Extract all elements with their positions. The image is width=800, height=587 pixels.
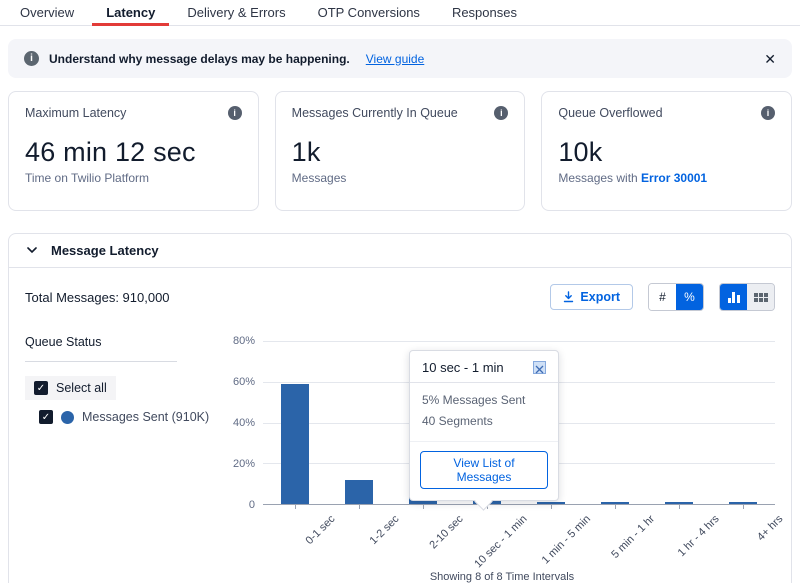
tab-otp-conversions-label: OTP Conversions <box>318 5 420 20</box>
bar-chart: 80%60%40%20%0 10 sec - 1 min 5% <box>229 321 775 583</box>
info-icon[interactable]: i <box>228 106 242 120</box>
card-subtitle-text: Messages with <box>558 171 641 185</box>
message-latency-panel: Message Latency Total Messages: 910,000 … <box>8 233 792 583</box>
x-tick-label: 10 sec - 1 min <box>472 513 529 570</box>
x-tick-label: 2-10 sec <box>427 513 465 551</box>
bar-4+-hrs[interactable] <box>729 502 757 504</box>
total-messages-label: Total Messages: 910,000 <box>25 290 170 305</box>
banner-message: Understand why message delays may be hap… <box>49 52 350 66</box>
card-subtitle: Messages <box>292 171 509 185</box>
card-value: 10k <box>558 137 775 168</box>
bar-slot <box>647 341 711 504</box>
y-tick-label: 0 <box>249 499 255 511</box>
x-tick-label: 4+ hrs <box>755 513 785 543</box>
tab-delivery-errors-label: Delivery & Errors <box>187 5 285 20</box>
bar-5-min---1-hr[interactable] <box>601 502 629 504</box>
card-queue-overflowed: Queue Overflowed i 10k Messages with Err… <box>541 91 792 211</box>
y-tick-label: 60% <box>233 376 255 388</box>
tab-responses-label: Responses <box>452 5 517 20</box>
tooltip-segments: 40 Segments <box>422 411 546 432</box>
stat-cards-row: Maximum Latency i 46 min 12 sec Time on … <box>8 91 792 211</box>
checkbox-checked-icon[interactable]: ✓ <box>34 381 48 395</box>
tab-bar: Overview Latency Delivery & Errors OTP C… <box>0 0 800 26</box>
card-subtitle: Messages with Error 30001 <box>558 171 775 185</box>
y-tick-label: 40% <box>233 417 255 429</box>
error-30001-link[interactable]: Error 30001 <box>641 171 707 185</box>
bar-1-hr---4-hrs[interactable] <box>665 502 693 504</box>
x-tick-label: 0-1 sec <box>303 513 337 547</box>
x-tick-label: 1 hr - 4 hrs <box>675 513 721 559</box>
y-axis: 80%60%40%20%0 <box>229 341 263 505</box>
bar-1-2-sec[interactable] <box>345 480 373 504</box>
export-button[interactable]: Export <box>550 284 633 310</box>
series-color-dot <box>61 411 74 424</box>
banner-close-icon[interactable]: ✕ <box>764 52 776 66</box>
series-messages-sent-row[interactable]: ✓ Messages Sent (910K) <box>39 410 229 424</box>
x-tick-label: 5 min - 1 hr <box>610 513 658 561</box>
select-all-checkbox-row[interactable]: ✓ Select all <box>25 376 116 400</box>
tab-overview[interactable]: Overview <box>4 0 90 25</box>
card-messages-in-queue: Messages Currently In Queue i 1k Message… <box>275 91 526 211</box>
plot-area: 10 sec - 1 min 5% Messages Sent 40 Segme… <box>263 341 775 505</box>
tab-delivery-errors[interactable]: Delivery & Errors <box>171 0 301 25</box>
series-label: Messages Sent (910K) <box>82 410 209 424</box>
info-banner: i Understand why message delays may be h… <box>8 39 792 78</box>
table-view-toggle[interactable] <box>747 284 774 310</box>
download-icon <box>563 291 574 303</box>
bar-slot <box>263 341 327 504</box>
card-subtitle: Time on Twilio Platform <box>25 171 242 185</box>
chevron-down-icon[interactable] <box>27 247 37 254</box>
chart-tooltip: 10 sec - 1 min 5% Messages Sent 40 Segme… <box>409 350 559 501</box>
checkbox-checked-icon[interactable]: ✓ <box>39 410 53 424</box>
view-guide-link[interactable]: View guide <box>366 52 425 66</box>
panel-title: Message Latency <box>51 243 159 258</box>
queue-status-legend: Queue Status ✓ Select all ✓ Messages Sen… <box>25 321 229 583</box>
bar-slot <box>583 341 647 504</box>
bar-chart-icon <box>728 292 740 303</box>
tooltip-close-icon[interactable] <box>533 361 546 374</box>
bar-slot <box>327 341 391 504</box>
count-toggle[interactable]: # <box>649 284 676 310</box>
chart-view-toggle[interactable] <box>720 284 747 310</box>
card-title: Messages Currently In Queue <box>292 106 458 120</box>
tab-otp-conversions[interactable]: OTP Conversions <box>302 0 436 25</box>
card-title: Queue Overflowed <box>558 106 662 120</box>
x-tick-label: 1-2 sec <box>367 513 401 547</box>
tab-responses[interactable]: Responses <box>436 0 533 25</box>
bar-0-1-sec[interactable] <box>281 384 309 504</box>
card-value: 46 min 12 sec <box>25 137 242 168</box>
unit-toggle-group: # % <box>648 283 704 311</box>
tooltip-title: 10 sec - 1 min <box>422 360 504 375</box>
chart-controls: Total Messages: 910,000 Export # % <box>9 268 791 315</box>
tab-latency[interactable]: Latency <box>90 0 171 25</box>
card-maximum-latency: Maximum Latency i 46 min 12 sec Time on … <box>8 91 259 211</box>
chart-region: Queue Status ✓ Select all ✓ Messages Sen… <box>9 315 791 583</box>
tooltip-messages-sent: 5% Messages Sent <box>422 390 546 411</box>
export-label: Export <box>580 290 620 304</box>
table-grid-icon <box>754 293 768 302</box>
bar-slot <box>711 341 775 504</box>
view-list-of-messages-button[interactable]: View List of Messages <box>420 451 548 489</box>
chart-footer: Showing 8 of 8 Time Intervals <box>229 571 775 583</box>
x-axis-labels: 0-1 sec 1-2 sec 2-10 sec10 sec - 1 min1 mi… <box>263 505 775 571</box>
y-tick-label: 80% <box>233 335 255 347</box>
select-all-label: Select all <box>56 381 107 395</box>
card-value: 1k <box>292 137 509 168</box>
info-icon: i <box>24 51 39 66</box>
bar-1-min---5-min[interactable] <box>537 502 565 504</box>
tab-latency-label: Latency <box>106 5 155 20</box>
percent-toggle[interactable]: % <box>676 284 703 310</box>
card-title: Maximum Latency <box>25 106 126 120</box>
view-toggle-group <box>719 283 775 311</box>
tab-overview-label: Overview <box>20 5 74 20</box>
info-icon[interactable]: i <box>494 106 508 120</box>
y-tick-label: 20% <box>233 458 255 470</box>
info-icon[interactable]: i <box>761 106 775 120</box>
panel-header: Message Latency <box>9 234 791 268</box>
legend-title: Queue Status <box>25 335 229 349</box>
x-tick-label: 1 min - 5 min <box>540 513 593 566</box>
